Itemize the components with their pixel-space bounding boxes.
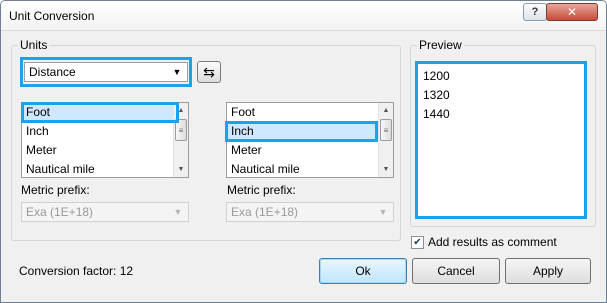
category-select-value: Distance xyxy=(29,65,76,79)
chevron-down-icon: ▼ xyxy=(172,67,182,77)
to-metric-prefix-label: Metric prefix: xyxy=(227,183,296,197)
preview-box: 1200 1320 1440 xyxy=(415,61,587,219)
add-comment-option[interactable]: ✔ Add results as comment xyxy=(411,235,557,249)
preview-line: 1440 xyxy=(423,107,450,121)
ok-button[interactable]: Ok xyxy=(319,258,407,284)
from-list-item[interactable]: Meter xyxy=(22,141,188,160)
from-selection-highlight xyxy=(21,102,179,123)
window-title: Unit Conversion xyxy=(9,9,95,23)
units-group-label: Units xyxy=(18,38,50,52)
checkmark-icon: ✔ xyxy=(413,236,422,248)
swap-units-button[interactable]: ⇆ xyxy=(197,61,221,83)
preview-group-label: Preview xyxy=(417,38,464,52)
preview-line: 1320 xyxy=(423,88,450,102)
to-list-scrollbar[interactable]: ▲ ≡ ▼ xyxy=(378,103,393,177)
cancel-button[interactable]: Cancel xyxy=(412,258,500,284)
chevron-down-icon: ▼ xyxy=(378,207,388,217)
to-list-item[interactable]: Nautical mile xyxy=(227,160,393,177)
apply-button[interactable]: Apply xyxy=(505,258,591,284)
preview-line: 1200 xyxy=(423,69,450,83)
from-metric-prefix-select: Exa (1E+18) ▼ xyxy=(21,202,189,222)
to-selection-highlight xyxy=(225,121,378,142)
scroll-thumb[interactable]: ≡ xyxy=(380,119,392,141)
to-list-item[interactable]: Foot xyxy=(227,103,393,122)
title-bar: Unit Conversion ? ✕ xyxy=(1,1,606,31)
from-metric-prefix-label: Metric prefix: xyxy=(21,183,90,197)
to-metric-prefix-select: Exa (1E+18) ▼ xyxy=(226,202,394,222)
scroll-up-icon[interactable]: ▲ xyxy=(379,103,393,118)
from-list-item[interactable]: Inch xyxy=(22,122,188,141)
to-list-item[interactable]: Meter xyxy=(227,141,393,160)
chevron-down-icon: ▼ xyxy=(173,207,183,217)
swap-arrows-icon: ⇆ xyxy=(203,63,215,80)
from-metric-prefix-value: Exa (1E+18) xyxy=(26,205,94,219)
add-comment-label[interactable]: Add results as comment xyxy=(428,235,557,249)
scroll-down-icon[interactable]: ▼ xyxy=(174,162,188,177)
conversion-factor-text: Conversion factor: 12 xyxy=(19,264,134,278)
close-button[interactable]: ✕ xyxy=(546,3,598,21)
to-metric-prefix-value: Exa (1E+18) xyxy=(231,205,299,219)
from-list-item[interactable]: Nautical mile xyxy=(22,160,188,177)
help-button[interactable]: ? xyxy=(523,3,547,21)
unit-conversion-dialog: Unit Conversion ? ✕ Units Distance ▼ ⇆ F… xyxy=(0,0,607,303)
category-select[interactable]: Distance ▼ xyxy=(24,62,188,82)
add-comment-checkbox[interactable]: ✔ xyxy=(411,235,424,249)
scroll-down-icon[interactable]: ▼ xyxy=(379,162,393,177)
